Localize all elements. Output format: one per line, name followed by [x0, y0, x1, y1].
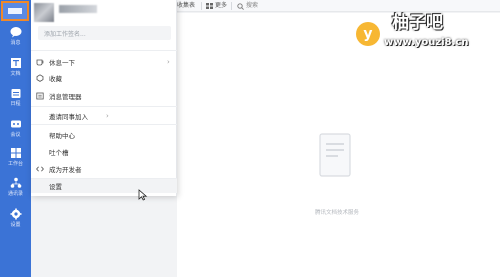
favorites-button[interactable]: 收集表: [177, 2, 195, 10]
profile-dropdown-panel: 添加工作签名... 休息一下 › 收藏 消息管理器 邀请同事加入 › 帮助中心 …: [31, 0, 177, 196]
menu-item-label: 消息管理器: [49, 93, 82, 101]
watermark-logo-icon: y: [356, 22, 380, 46]
empty-state-text: 腾讯文档技术服务: [314, 210, 359, 216]
rail-item-settings[interactable]: 设置: [0, 205, 31, 235]
menu-item-help-center[interactable]: 帮助中心: [31, 128, 177, 142]
rail-item-label: 工作台: [7, 161, 23, 167]
rail-item-label: 设置: [10, 222, 21, 228]
menu-item-label: 休息一下: [49, 59, 75, 67]
user-name: [59, 5, 97, 13]
menu-item-label: 吐个槽: [49, 149, 69, 157]
apps-icon: [10, 148, 21, 158]
message-manager-icon: [36, 92, 44, 100]
nav-rail: 消息 文档 日程 会议 工作台 通讯录 设置: [0, 0, 31, 277]
menu-item-favorites[interactable]: 收藏: [31, 71, 177, 85]
menu-item-become-developer[interactable]: 成为开发者: [31, 162, 177, 176]
more-button[interactable]: 更多: [215, 2, 227, 10]
rail-item-meetings[interactable]: 会议: [0, 115, 31, 145]
bookmark-icon: [36, 74, 44, 82]
contacts-icon: [10, 177, 21, 188]
menu-item-message-manager[interactable]: 消息管理器: [31, 89, 177, 103]
gear-icon: [10, 208, 21, 220]
mouse-cursor-icon: [138, 189, 148, 201]
menu-item-settings[interactable]: 设置: [31, 179, 177, 193]
user-avatar: [34, 3, 54, 22]
watermark-url: www.youzi8.cn: [384, 37, 469, 48]
menu-item-take-break[interactable]: 休息一下 ›: [31, 55, 177, 69]
toolbar-divider: [201, 2, 202, 10]
menu-bars-icon: [8, 8, 22, 14]
code-icon: [36, 166, 44, 172]
meeting-icon: [10, 120, 21, 128]
menu-item-label: 设置: [49, 183, 62, 191]
chat-icon: [10, 27, 21, 38]
work-signature-input[interactable]: 添加工作签名...: [38, 26, 171, 40]
menu-item-feedback[interactable]: 吐个槽: [31, 145, 177, 159]
rail-item-label: 日程: [10, 101, 21, 107]
menu-divider: [31, 106, 177, 107]
rail-item-contacts[interactable]: 通讯录: [0, 174, 31, 204]
chevron-right-icon: ›: [106, 112, 109, 120]
menu-item-label: 成为开发者: [49, 166, 82, 174]
main-content: 腾讯文档技术服务: [177, 13, 500, 277]
site-watermark: y 柚子吧 www.youzi8.cn: [356, 8, 496, 52]
profile-avatar-button[interactable]: [1, 1, 29, 21]
menu-item-label: 帮助中心: [49, 132, 75, 140]
rail-item-docs[interactable]: 文档: [0, 54, 31, 84]
search-input[interactable]: 搜索: [246, 2, 258, 10]
rail-item-workbench[interactable]: 工作台: [0, 144, 31, 174]
search-icon: [237, 3, 244, 10]
rail-item-calendar[interactable]: 日程: [0, 84, 31, 114]
rail-item-label: 文档: [10, 71, 21, 77]
menu-item-label: 邀请同事加入: [49, 113, 88, 121]
grid-icon: [206, 3, 213, 9]
calendar-icon: [11, 89, 20, 98]
toolbar-divider: [231, 2, 232, 10]
empty-document-illustration: [319, 133, 351, 177]
coffee-icon: [36, 59, 44, 66]
menu-divider: [31, 50, 177, 51]
watermark-title: 柚子吧: [392, 13, 443, 33]
menu-divider: [31, 124, 177, 125]
rail-item-label: 消息: [10, 40, 21, 46]
chevron-right-icon: ›: [167, 58, 170, 66]
menu-item-invite-colleagues[interactable]: 邀请同事加入 ›: [31, 109, 177, 123]
rail-item-label: 通讯录: [7, 191, 23, 197]
rail-item-messages[interactable]: 消息: [0, 23, 31, 53]
menu-item-label: 收藏: [49, 75, 62, 83]
document-icon: [10, 58, 21, 68]
rail-item-label: 会议: [10, 132, 21, 138]
